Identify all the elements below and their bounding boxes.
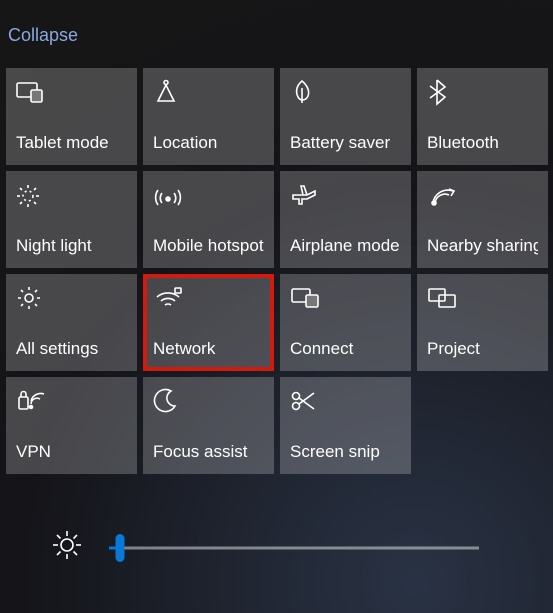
tile-label: Bluetooth (427, 134, 538, 153)
brightness-slider[interactable] (109, 538, 479, 558)
tile-label: Night light (16, 237, 127, 256)
wifi-icon (153, 280, 264, 316)
gear-icon (16, 280, 127, 316)
tile-label: Battery saver (290, 134, 401, 153)
tile-bluetooth[interactable]: Bluetooth (417, 68, 548, 165)
hotspot-icon (153, 177, 264, 213)
tile-project[interactable]: Project (417, 274, 548, 371)
tile-tablet-mode[interactable]: Tablet mode (6, 68, 137, 165)
action-center-panel: Collapse Tablet mode Location Battery sa… (0, 0, 553, 572)
tile-focus-assist[interactable]: Focus assist (143, 377, 274, 474)
tile-label: Focus assist (153, 443, 264, 462)
airplane-icon (290, 177, 401, 213)
slider-thumb[interactable] (116, 534, 125, 562)
tile-label: Airplane mode (290, 237, 401, 256)
tile-label: Screen snip (290, 443, 401, 462)
moon-icon (153, 383, 264, 419)
tile-nearby-sharing[interactable]: Nearby sharing (417, 171, 548, 268)
vpn-icon (16, 383, 127, 419)
tile-label: Tablet mode (16, 134, 127, 153)
nearby-share-icon (427, 177, 538, 213)
tile-screen-snip[interactable]: Screen snip (280, 377, 411, 474)
tile-mobile-hotspot[interactable]: Mobile hotspot (143, 171, 274, 268)
tile-vpn[interactable]: VPN (6, 377, 137, 474)
quick-actions-grid: Tablet mode Location Battery saver Bluet… (6, 68, 547, 474)
tile-network[interactable]: Network (143, 274, 274, 371)
tile-label: All settings (16, 340, 127, 359)
tile-label: Project (427, 340, 538, 359)
tile-label: Mobile hotspot (153, 237, 264, 256)
slider-track (109, 546, 479, 549)
brightness-icon (51, 529, 83, 566)
location-icon (153, 74, 264, 110)
tile-location[interactable]: Location (143, 68, 274, 165)
tile-battery-saver[interactable]: Battery saver (280, 68, 411, 165)
tile-airplane-mode[interactable]: Airplane mode (280, 171, 411, 268)
tile-label: Network (153, 340, 264, 359)
connect-icon (290, 280, 401, 316)
snip-icon (290, 383, 401, 419)
tile-label: Location (153, 134, 264, 153)
tile-label: Nearby sharing (427, 237, 538, 256)
leaf-icon (290, 74, 401, 110)
bluetooth-icon (427, 74, 538, 110)
collapse-link[interactable]: Collapse (6, 0, 78, 68)
tile-label: Connect (290, 340, 401, 359)
tile-connect[interactable]: Connect (280, 274, 411, 371)
tile-label: VPN (16, 443, 127, 462)
tile-all-settings[interactable]: All settings (6, 274, 137, 371)
tile-night-light[interactable]: Night light (6, 171, 137, 268)
brightness-row (6, 529, 547, 566)
project-icon (427, 280, 538, 316)
night-light-icon (16, 177, 127, 213)
tablet-icon (16, 74, 127, 110)
